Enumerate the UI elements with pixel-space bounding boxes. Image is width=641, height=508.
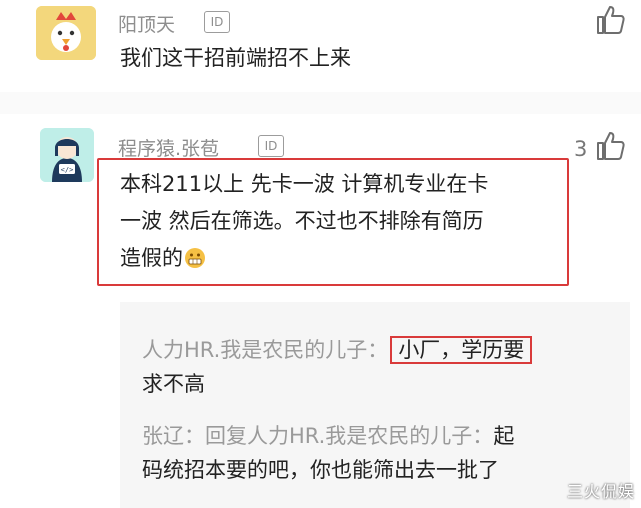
comment-separator xyxy=(0,92,641,114)
reply-text: 起 xyxy=(493,424,515,448)
comment-text-line2: 一波 然后在筛选。不过也不排除有简历 xyxy=(120,209,484,233)
grimace-emoji-icon xyxy=(185,248,205,268)
thumbs-up-icon[interactable] xyxy=(594,130,626,162)
comment-text: 我们这干招前端招不上来 xyxy=(120,46,351,70)
reply-text-rest: 求不高 xyxy=(142,372,205,396)
avatar-yangdingtian[interactable] xyxy=(36,6,96,60)
programmer-avatar-icon: </> xyxy=(40,128,94,182)
reply-author[interactable]: 人力HR.我是农民的儿子： xyxy=(142,338,388,362)
reply-text-line2: 码统招本要的吧，你也能筛出去一批了 xyxy=(142,458,499,482)
svg-text:</>: </> xyxy=(61,166,74,174)
avatar-zhangbao[interactable]: </> xyxy=(40,128,94,182)
highlight-box-inline: 小厂，学历要 xyxy=(390,336,533,364)
comment-text-line3: 造假的 xyxy=(120,240,205,277)
id-badge: ID xyxy=(204,11,230,33)
comment-text-line1: 本科211以上 先卡一波 计算机专业在卡 xyxy=(120,172,489,196)
chicken-avatar-icon xyxy=(36,6,96,60)
thumbs-up-icon[interactable] xyxy=(594,4,626,36)
comment-username[interactable]: 阳顶天 xyxy=(118,10,175,37)
like-count: 3 xyxy=(574,137,588,161)
watermark: 三火侃娱 xyxy=(566,482,635,501)
reply-author[interactable]: 张辽：回复人力HR.我是农民的儿子： xyxy=(142,424,493,448)
comment-username[interactable]: 程序猿.张苞 xyxy=(118,134,219,161)
reply-thread: 人力HR.我是农民的儿子： 小厂，学历要 求不高 张辽：回复人力HR.我是农民的儿… xyxy=(120,302,630,508)
id-badge: ID xyxy=(258,135,284,157)
